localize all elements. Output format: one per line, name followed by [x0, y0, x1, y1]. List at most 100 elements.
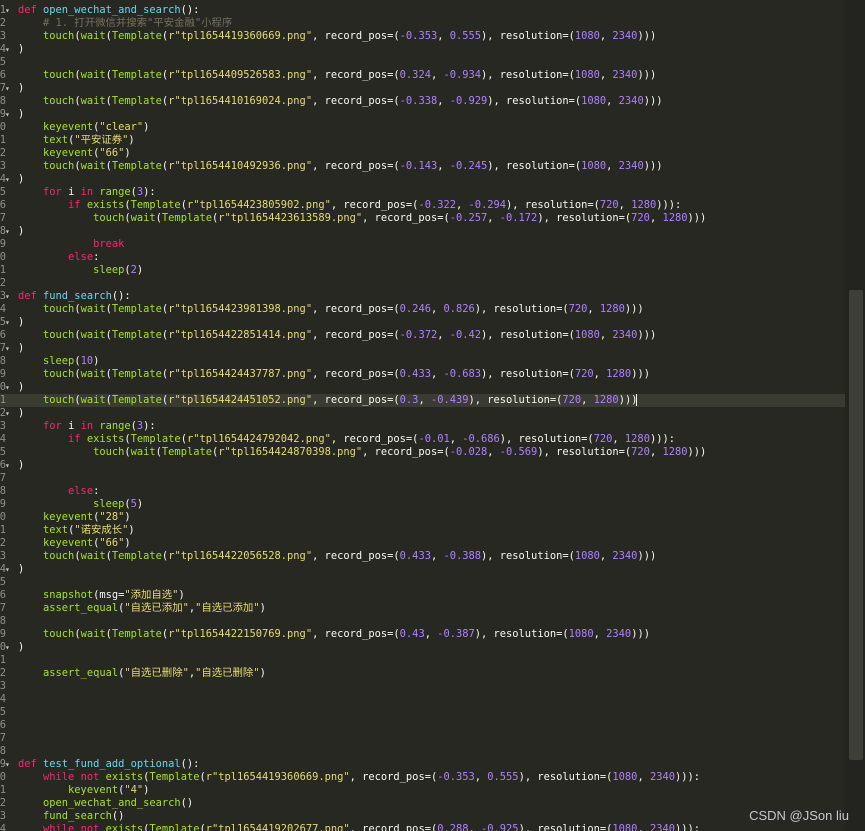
code-token: r"tpl1654422056528.png" [168, 550, 313, 562]
code-line[interactable]: 4 touch(wait(Template(r"tpl1654423981398… [0, 303, 845, 316]
code-token: "自选已添加" [124, 602, 189, 614]
code-line[interactable]: 1 text("平安证券") [0, 134, 845, 147]
vertical-scrollbar[interactable] [845, 0, 865, 831]
code-line[interactable]: 2 open_wechat_and_search() [0, 797, 845, 810]
code-line[interactable]: 2 ▾) [0, 407, 845, 420]
code-line[interactable]: 4 ▾) [0, 43, 845, 56]
code-token: ))) [631, 628, 650, 640]
code-token: r"tpl1654424792042.png" [186, 433, 331, 445]
code-line[interactable]: 6 ▾) [0, 459, 845, 472]
code-line[interactable]: 4 while not exists(Template(r"tpl1654419… [0, 823, 845, 831]
code-line[interactable]: 9 touch(wait(Template(r"tpl1654422150769… [0, 628, 845, 641]
code-token: ) [124, 537, 131, 549]
code-line[interactable]: 7 touch(wait(Template(r"tpl1654423613589… [0, 212, 845, 225]
code-line[interactable]: 3 for i in range(3): [0, 420, 845, 433]
code-line[interactable]: 7 ▾) [0, 342, 845, 355]
code-line[interactable]: 2 [0, 277, 845, 290]
code-line[interactable]: 5 ▾) [0, 316, 845, 329]
fold-toggle-icon[interactable]: ▾ [5, 407, 13, 420]
code-token: ), resolution=( [481, 550, 575, 562]
code-line[interactable]: 1 keyevent("4") [0, 784, 845, 797]
fold-toggle-icon[interactable]: ▾ [5, 4, 13, 17]
code-line[interactable]: 7 [0, 732, 845, 745]
fold-toggle-icon[interactable]: ▾ [5, 108, 13, 121]
fold-toggle-icon[interactable]: ▾ [5, 225, 13, 238]
code-token: for [43, 186, 69, 198]
fold-toggle-icon[interactable]: ▾ [5, 641, 13, 654]
code-line[interactable]: 5 for i in range(3): [0, 186, 845, 199]
line-number: 7 [0, 602, 6, 614]
code-line[interactable]: 3 fund_search() [0, 810, 845, 823]
code-token: , [424, 628, 438, 640]
code-line[interactable]: 9 ▾) [0, 108, 845, 121]
code-line[interactable]: 3 touch(wait(Template(r"tpl1654419360669… [0, 30, 845, 43]
fold-toggle-icon[interactable]: ▾ [5, 381, 13, 394]
fold-toggle-icon[interactable]: ▾ [5, 459, 13, 472]
code-line[interactable]: 6 touch(wait(Template(r"tpl1654409526583… [0, 69, 845, 82]
code-line[interactable]: 8 ▾) [0, 225, 845, 238]
code-token: , [637, 823, 650, 831]
code-token: 720 [593, 433, 613, 445]
code-line[interactable]: 9 ▾ def test_fund_add_optional(): [0, 758, 845, 771]
code-line[interactable]: 7 ▾) [0, 82, 845, 95]
code-line[interactable]: 0 keyevent("28") [0, 511, 845, 524]
code-line[interactable]: 1 ▾ def open_wechat_and_search(): [0, 4, 845, 17]
fold-toggle-icon[interactable]: ▾ [5, 342, 13, 355]
code-line[interactable]: 0 ▾) [0, 641, 845, 654]
fold-toggle-icon[interactable]: ▾ [5, 563, 13, 576]
code-line[interactable]: 2 # 1. 打开微信并搜索"平安金融"小程序 [0, 17, 845, 30]
code-line[interactable]: 5 [0, 56, 845, 69]
code-line[interactable]: 5 [0, 706, 845, 719]
fold-toggle-icon[interactable]: ▾ [5, 290, 13, 303]
fold-toggle-icon[interactable]: ▾ [5, 758, 13, 771]
code-line[interactable]: 5 [0, 576, 845, 589]
fold-toggle-icon[interactable]: ▾ [5, 173, 13, 186]
code-line[interactable]: 8 sleep(10) [0, 355, 845, 368]
code-line[interactable]: 8 [0, 615, 845, 628]
code-line[interactable]: 7 [0, 472, 845, 485]
code-line[interactable]: 8 else: [0, 485, 845, 498]
fold-toggle-icon[interactable]: ▾ [5, 43, 13, 56]
code-line[interactable]: 7 assert_equal("自选已添加","自选已添加") [0, 602, 845, 615]
code-line[interactable]: 1 text("诺安成长") [0, 524, 845, 537]
code-token: ), resolution=( [487, 160, 582, 172]
code-line[interactable]: 6 touch(wait(Template(r"tpl1654422851414… [0, 329, 845, 342]
fold-toggle-icon[interactable]: ▾ [5, 316, 13, 329]
code-token: open_wechat_and_search [43, 797, 181, 809]
code-line[interactable]: 6 [0, 719, 845, 732]
fold-toggle-icon[interactable]: ▾ [5, 82, 13, 95]
code-line[interactable]: 3 ▾ def fund_search(): [0, 290, 845, 303]
code-line[interactable]: 1 [0, 654, 845, 667]
code-line[interactable]: 6 snapshot(msg="添加自选") [0, 589, 845, 602]
code-line[interactable]: 3 [0, 680, 845, 693]
code-line[interactable]: 5 touch(wait(Template(r"tpl1654424870398… [0, 446, 845, 459]
code-line[interactable]: 1 touch(wait(Template(r"tpl1654424451052… [0, 394, 845, 407]
code-line[interactable]: 4 [0, 693, 845, 706]
code-line[interactable]: 0 ▾) [0, 381, 845, 394]
code-line[interactable]: 1 sleep(2) [0, 264, 845, 277]
code-line[interactable]: 9 touch(wait(Template(r"tpl1654424437787… [0, 368, 845, 381]
code-line[interactable]: 4 ▾) [0, 173, 845, 186]
code-line[interactable]: 9 break [0, 238, 845, 251]
code-line[interactable]: 0 keyevent("clear") [0, 121, 845, 134]
code-line[interactable]: 3 touch(wait(Template(r"tpl1654422056528… [0, 550, 845, 563]
code-line[interactable]: 8 touch(wait(Template(r"tpl1654410169024… [0, 95, 845, 108]
code-line[interactable]: 4 if exists(Template(r"tpl1654424792042.… [0, 433, 845, 446]
code-line[interactable]: 6 if exists(Template(r"tpl1654423805902.… [0, 199, 845, 212]
code-editor[interactable]: 1 ▾ def open_wechat_and_search(): 2 # 1. 打开… [0, 0, 845, 831]
line-number: 3 [0, 420, 6, 432]
code-line[interactable]: 2 keyevent("66") [0, 147, 845, 160]
scrollbar-thumb[interactable] [849, 290, 863, 760]
code-line[interactable]: 2 keyevent("66") [0, 537, 845, 550]
code-line[interactable]: 8 [0, 745, 845, 758]
code-line[interactable]: 2 assert_equal("自选已删除","自选已删除") [0, 667, 845, 680]
code-line[interactable]: 9 sleep(5) [0, 498, 845, 511]
line-number: 8 [0, 745, 6, 757]
code-token: "自选已删除" [124, 667, 189, 679]
code-line[interactable]: 3 touch(wait(Template(r"tpl1654410492936… [0, 160, 845, 173]
code-line[interactable]: 0 else: [0, 251, 845, 264]
code-line[interactable]: 0 while not exists(Template(r"tpl1654419… [0, 771, 845, 784]
code-text: # 1. 打开微信并搜索"平安金融"小程序 [18, 17, 232, 30]
code-line[interactable]: 4 ▾) [0, 563, 845, 576]
